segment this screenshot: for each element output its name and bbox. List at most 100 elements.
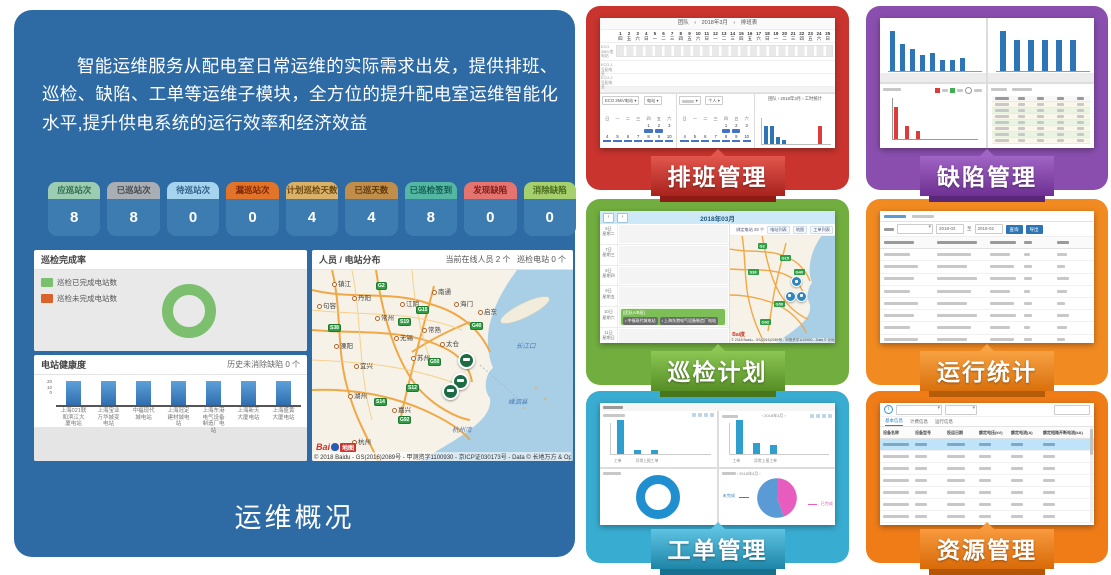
plan-map[interactable]: 绑定电站 28 个 电站列表 地图 工单列表 xyxy=(730,224,835,343)
resource-search-input[interactable] xyxy=(1054,405,1090,415)
module-card-plan[interactable]: ‹ › 2018年03月 6日星期二7日星期三8日星期四9日星期五10日星期六(… xyxy=(586,199,849,385)
module-label-stats[interactable]: 运行统计 xyxy=(920,351,1054,391)
calendar-cell[interactable]: 2 xyxy=(654,123,664,133)
plan-date-row[interactable]: 11日星期日 xyxy=(600,328,729,343)
calendar-cell[interactable]: 5 xyxy=(612,134,622,142)
chart-bar xyxy=(634,450,641,454)
chart-toolbar-icons[interactable] xyxy=(810,414,832,418)
shift-underline xyxy=(743,140,751,142)
chart-bar xyxy=(770,445,777,454)
calendar-cell[interactable] xyxy=(633,123,643,133)
calendar-cell[interactable]: 9 xyxy=(654,134,664,142)
plan-date-row[interactable]: 10日星期六(团队A/B班)中福现代城电站上海东港电气设备制造厂电站 xyxy=(600,307,729,328)
calendar-cell[interactable]: 4 xyxy=(602,134,612,142)
module-card-defect[interactable]: 缺陷管理 xyxy=(866,6,1108,190)
calendar-cell[interactable]: 2 xyxy=(731,123,741,133)
view-tab-map[interactable]: 地图 xyxy=(793,226,807,234)
resource-cell xyxy=(883,442,915,447)
person-tag-select[interactable]: 个人 ▾ xyxy=(705,96,723,105)
resource-table-row[interactable] xyxy=(880,487,1094,499)
calendar-cell[interactable]: 5 xyxy=(690,134,700,142)
resource-table-row[interactable] xyxy=(880,499,1094,511)
completion-card: 巡检完成率 巡检已完成电站数巡检未完成电站数 xyxy=(34,250,307,351)
tab-operation-info[interactable]: 运行信息 xyxy=(935,419,953,426)
tab-billing-info[interactable]: 计费信息 xyxy=(910,419,928,426)
resource-table-row[interactable] xyxy=(880,463,1094,475)
calendar-cell[interactable] xyxy=(700,123,710,133)
plan-date-row[interactable]: 9日星期五 xyxy=(600,286,729,307)
station-select[interactable]: ECO 35kV电站 ▾ xyxy=(602,96,639,105)
calendar-cell[interactable]: 4 xyxy=(679,134,689,142)
calendar-cell[interactable] xyxy=(602,123,612,133)
resource-table-row[interactable] xyxy=(880,475,1094,487)
station-filter-select[interactable] xyxy=(896,405,942,415)
resource-table-row[interactable] xyxy=(880,451,1094,463)
query-button[interactable]: 查询 xyxy=(1006,225,1023,234)
calendar-cell[interactable]: 10 xyxy=(742,134,752,142)
resource-table-row[interactable] xyxy=(880,439,1094,451)
patrol-car-marker[interactable] xyxy=(458,352,475,369)
tab-basic-info[interactable]: 基本信息 xyxy=(885,418,903,426)
calendar-cell[interactable] xyxy=(612,123,622,133)
plan-date-row[interactable]: 7日星期三 xyxy=(600,245,729,266)
module-label-resource[interactable]: 资源管理 xyxy=(920,529,1054,569)
resource-scrollbar[interactable] xyxy=(1090,427,1093,523)
module-label-plan[interactable]: 巡检计划 xyxy=(651,351,785,391)
resource-cell xyxy=(947,514,979,519)
station-map-marker[interactable] xyxy=(796,291,807,302)
calendar-cell[interactable]: 10 xyxy=(664,134,674,142)
view-tab-workorders[interactable]: 工单列表 xyxy=(810,226,833,234)
level-select[interactable] xyxy=(897,224,933,234)
resource-cell xyxy=(1043,490,1091,495)
person-select[interactable]: ▾ xyxy=(679,96,700,105)
calendar-cell[interactable]: 3 xyxy=(664,123,674,133)
view-tab-stations[interactable]: 电站列表 xyxy=(767,226,790,234)
patrol-car-marker[interactable] xyxy=(442,383,459,400)
stats-tab[interactable] xyxy=(912,215,934,218)
mini-calendar[interactable]: 日一二三四五六12345678910 xyxy=(679,116,751,142)
module-label-workorder[interactable]: 工单管理 xyxy=(651,529,785,569)
calendar-cell[interactable]: 8 xyxy=(643,134,653,142)
calendar-cell[interactable]: 9 xyxy=(731,134,741,142)
calendar-cell[interactable] xyxy=(623,123,633,133)
calendar-cell[interactable]: 7 xyxy=(710,134,720,142)
calendar-cell[interactable]: 7 xyxy=(633,134,643,142)
calendar-cell[interactable] xyxy=(679,123,689,133)
calendar-cell[interactable]: 6 xyxy=(623,134,633,142)
type-filter-select[interactable] xyxy=(945,405,977,415)
module-card-workorder[interactable]: 工单异常上报工单 ‹ 2018年3月 › 工单异常上报工单 ‹ 2018年3月 … xyxy=(586,391,849,563)
plan-date-row[interactable]: 6日星期二 xyxy=(600,224,729,245)
calendar-cell[interactable]: 6 xyxy=(700,134,710,142)
map-city-label: 启东 xyxy=(478,306,497,316)
plan-date-content xyxy=(619,267,728,285)
module-label-defect[interactable]: 缺陷管理 xyxy=(920,156,1054,196)
date-to-input[interactable]: 2018-02 xyxy=(975,224,1003,234)
plan-station-chip[interactable]: 上海东港电气设备制造厂电站 xyxy=(660,317,719,325)
station-tag-select[interactable]: 电站 ▾ xyxy=(644,96,662,105)
map-attribution: © 2018 Baidu - GS(2016)2089号 - 甲测资字11009… xyxy=(314,452,571,461)
resource-cell xyxy=(1011,442,1043,447)
calendar-cell[interactable] xyxy=(690,123,700,133)
calendar-cell[interactable] xyxy=(710,123,720,133)
distribution-map[interactable]: Bai地图 © 2018 Baidu - GS(2016)2089号 - 甲测资… xyxy=(312,270,573,461)
calendar-cell[interactable]: 1 xyxy=(721,123,731,133)
plan-date-row[interactable]: 8日星期四 xyxy=(600,266,729,287)
stats-tab-active[interactable] xyxy=(884,215,906,218)
calendar-cell[interactable]: 8 xyxy=(721,134,731,142)
defect-legend xyxy=(935,87,982,94)
chart-toolbar-icons[interactable] xyxy=(692,413,714,417)
module-card-schedule[interactable]: 团队 ‹ 2018年3月 › 排班表 1四2五3六4日5一6二7三8四9五10六… xyxy=(586,6,849,190)
station-map-marker[interactable] xyxy=(785,291,796,302)
module-card-resource[interactable]: i 基本信息 计费信息 运行信息 设备名称设备型号投运日期额定电压(kV)额定电… xyxy=(866,391,1108,563)
module-label-schedule[interactable]: 排班管理 xyxy=(651,156,785,196)
calendar-cell[interactable]: 3 xyxy=(742,123,752,133)
export-button[interactable]: 导出 xyxy=(1026,225,1043,234)
mini-calendar[interactable]: 日一二三四五六12345678910 xyxy=(602,116,674,142)
date-from-input[interactable]: 2018-02 xyxy=(936,224,964,234)
calendar-cell[interactable]: 1 xyxy=(643,123,653,133)
plan-event-block[interactable]: (团队A/B班)中福现代城电站上海东港电气设备制造厂电站 xyxy=(621,309,725,325)
plan-station-chip[interactable]: 中福现代城电站 xyxy=(623,317,658,325)
resource-cell xyxy=(947,442,979,447)
completion-title: 巡检完成率 xyxy=(41,253,86,266)
module-card-stats[interactable]: 2018-02 至 2018-02 查询 导出 运行统计 xyxy=(866,199,1108,385)
